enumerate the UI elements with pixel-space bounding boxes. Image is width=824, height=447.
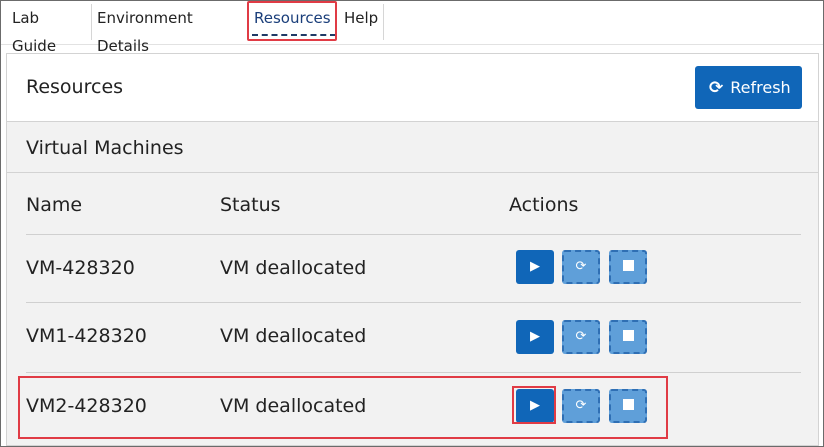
row-divider (26, 234, 801, 235)
stop-icon (622, 260, 634, 271)
column-header-actions: Actions (509, 194, 579, 216)
vm-name: VM1-428320 (26, 325, 147, 347)
panel-title: Resources (26, 76, 124, 98)
row-divider (26, 372, 801, 373)
tab-help[interactable]: Help (339, 4, 384, 40)
play-icon: ▶ (530, 259, 540, 274)
stop-button[interactable] (609, 250, 647, 284)
tab-label: Environment Details (97, 9, 193, 55)
tab-bar: Lab Guide Environment Details Resources … (1, 1, 823, 55)
restart-icon: ⟳ (575, 329, 587, 344)
vm-status: VM deallocated (220, 257, 367, 279)
start-highlight-box (512, 386, 556, 424)
column-header-name: Name (26, 194, 83, 216)
row-divider (26, 302, 801, 303)
tab-lab-guide[interactable]: Lab Guide (7, 4, 92, 55)
refresh-label: Refresh (730, 78, 791, 97)
refresh-button[interactable]: ⟳ Refresh (695, 66, 802, 109)
row-highlight-box (18, 376, 668, 439)
restart-button[interactable]: ⟳ (562, 250, 600, 284)
stop-icon (622, 330, 634, 341)
column-header-status: Status (220, 194, 281, 216)
start-button[interactable]: ▶ (516, 320, 554, 354)
tab-label: Lab Guide (12, 9, 57, 55)
divider (7, 172, 818, 173)
section-title: Virtual Machines (26, 137, 184, 159)
restart-button[interactable]: ⟳ (562, 320, 600, 354)
refresh-icon: ⟳ (709, 78, 724, 98)
start-button[interactable]: ▶ (516, 250, 554, 284)
panel-header: Resources ⟳ Refresh (7, 54, 818, 122)
vm-name: VM-428320 (26, 257, 135, 279)
restart-icon: ⟳ (575, 259, 587, 274)
tab-environment-details[interactable]: Environment Details (92, 4, 249, 55)
play-icon: ▶ (530, 329, 540, 344)
tab-label: Help (344, 9, 379, 27)
vm-status: VM deallocated (220, 325, 367, 347)
stop-button[interactable] (609, 320, 647, 354)
page-frame: Lab Guide Environment Details Resources … (0, 0, 824, 447)
tab-highlight-box (247, 1, 337, 41)
